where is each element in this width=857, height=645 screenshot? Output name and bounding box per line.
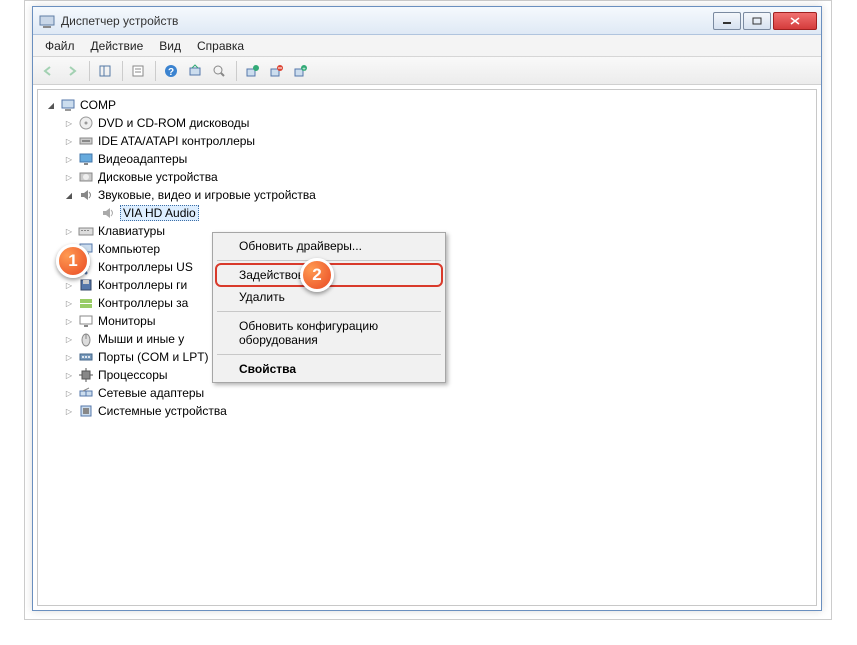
expander-icon[interactable] (64, 334, 74, 344)
display-icon (78, 151, 94, 167)
tree-item-label: Компьютер (98, 242, 160, 256)
uninstall-button[interactable] (265, 60, 287, 82)
update-driver-button[interactable]: + (289, 60, 311, 82)
callout-1: 1 (56, 244, 90, 278)
tree-item-label: Мониторы (98, 314, 155, 328)
expander-icon[interactable] (64, 406, 74, 416)
titlebar: Диспетчер устройств (33, 7, 821, 35)
expander-icon[interactable] (64, 226, 74, 236)
forward-button (61, 60, 83, 82)
ctx-update-drivers[interactable]: Обновить драйверы... (215, 235, 443, 257)
properties-button[interactable] (127, 60, 149, 82)
menu-action[interactable]: Действие (83, 37, 152, 55)
tree-item-label: Процессоры (98, 368, 168, 382)
tree-item-label: DVD и CD-ROM дисководы (98, 116, 249, 130)
show-hide-console-button[interactable] (94, 60, 116, 82)
tree-item[interactable]: Системные устройства (42, 402, 812, 420)
tree-item-label: Системные устройства (98, 404, 227, 418)
storage-icon (78, 295, 94, 311)
expander-icon[interactable] (64, 388, 74, 398)
menubar: Файл Действие Вид Справка (33, 35, 821, 57)
ctx-separator (217, 354, 441, 355)
expander-icon[interactable] (46, 100, 56, 110)
enable-button[interactable] (241, 60, 263, 82)
menu-file[interactable]: Файл (37, 37, 83, 55)
tree-item-label: Порты (COM и LPT) (98, 350, 209, 364)
toolbar: ? + (33, 57, 821, 85)
expander-icon[interactable] (64, 280, 74, 290)
tree-item-label: Звуковые, видео и игровые устройства (98, 188, 316, 202)
expander-icon[interactable] (64, 370, 74, 380)
ctx-separator (217, 260, 441, 261)
disc-icon (78, 115, 94, 131)
tree-item[interactable]: DVD и CD-ROM дисководы (42, 114, 812, 132)
computer-icon (60, 97, 76, 113)
mouse-icon (78, 331, 94, 347)
sound-icon (78, 187, 94, 203)
cpu-icon (78, 367, 94, 383)
back-button (37, 60, 59, 82)
tree-item[interactable]: Видеоадаптеры (42, 150, 812, 168)
tree-item[interactable]: Дисковые устройства (42, 168, 812, 186)
expander-icon[interactable] (64, 154, 74, 164)
help-button[interactable]: ? (160, 60, 182, 82)
maximize-button[interactable] (743, 12, 771, 30)
search-button[interactable] (208, 60, 230, 82)
tree-item-label: Контроллеры за (98, 296, 188, 310)
close-button[interactable] (773, 12, 817, 30)
tree-item-label: Мыши и иные у (98, 332, 184, 346)
expander-icon[interactable] (64, 118, 74, 128)
ctx-scan-hw[interactable]: Обновить конфигурацию оборудования (215, 315, 443, 351)
callout-2: 2 (300, 258, 334, 292)
svg-text:+: + (302, 67, 306, 73)
tree-item[interactable]: Сетевые адаптеры (42, 384, 812, 402)
expander-icon[interactable] (64, 190, 74, 200)
svg-text:?: ? (168, 67, 174, 78)
expander-icon[interactable] (64, 316, 74, 326)
window-title: Диспетчер устройств (61, 14, 711, 28)
ctx-separator (217, 311, 441, 312)
ctx-properties[interactable]: Свойства (215, 358, 443, 380)
tree-root-label: COMP (80, 98, 116, 112)
app-icon (39, 13, 55, 29)
ide-icon (78, 133, 94, 149)
expander-icon[interactable] (64, 352, 74, 362)
system-icon (78, 403, 94, 419)
hdd-icon (78, 169, 94, 185)
tree-item-label: Видеоадаптеры (98, 152, 187, 166)
minimize-button[interactable] (713, 12, 741, 30)
net-icon (78, 385, 94, 401)
expander-spacer (86, 208, 96, 218)
scan-hw-button[interactable] (184, 60, 206, 82)
tree-item[interactable]: IDE ATA/ATAPI контроллеры (42, 132, 812, 150)
port-icon (78, 349, 94, 365)
menu-view[interactable]: Вид (151, 37, 189, 55)
menu-help[interactable]: Справка (189, 37, 252, 55)
expander-icon[interactable] (64, 298, 74, 308)
tree-item-label: Контроллеры ги (98, 278, 187, 292)
context-menu: Обновить драйверы... Задействовать Удали… (212, 232, 446, 383)
tree-root[interactable]: COMP (42, 96, 812, 114)
tree-item-label: Дисковые устройства (98, 170, 218, 184)
tree-item[interactable]: VIA HD Audio (42, 204, 812, 222)
monitor-icon (78, 313, 94, 329)
ctx-delete[interactable]: Удалить (215, 286, 443, 308)
speaker-icon (100, 205, 116, 221)
tree-item-label: Контроллеры US (98, 260, 193, 274)
tree-item-label: Клавиатуры (98, 224, 165, 238)
floppy-icon (78, 277, 94, 293)
tree-item-label: IDE ATA/ATAPI контроллеры (98, 134, 255, 148)
expander-icon[interactable] (64, 136, 74, 146)
tree-item[interactable]: Звуковые, видео и игровые устройства (42, 186, 812, 204)
tree-item-label: Сетевые адаптеры (98, 386, 204, 400)
expander-icon[interactable] (64, 172, 74, 182)
tree-item-label: VIA HD Audio (120, 205, 199, 221)
keyboard-icon (78, 223, 94, 239)
